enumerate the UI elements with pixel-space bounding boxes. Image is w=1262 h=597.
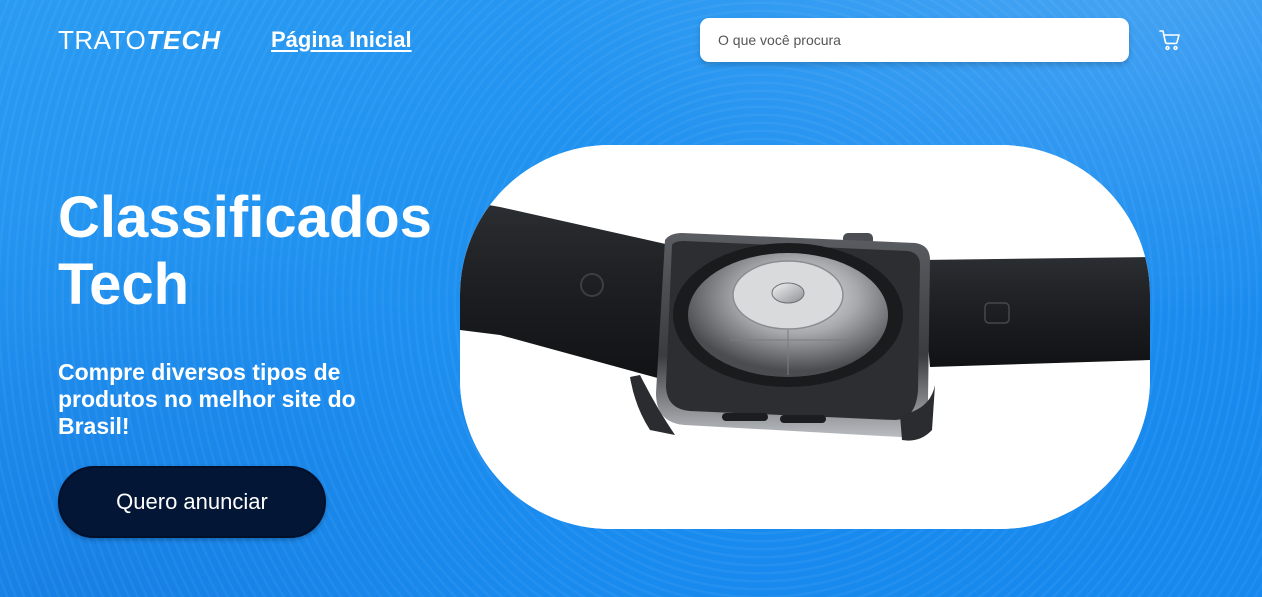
smartwatch-illustration	[460, 145, 1150, 529]
hero-product-image	[460, 145, 1150, 529]
hero-title: Classificados Tech	[58, 185, 432, 317]
logo-light-text: TRATO	[58, 25, 147, 55]
header: TRATOTECH Página Inicial	[0, 0, 1262, 80]
page: TRATOTECH Página Inicial Classificados T…	[0, 0, 1262, 597]
search-box	[700, 18, 1129, 62]
search-input[interactable]	[700, 18, 1129, 62]
hero-subtitle: Compre diversos tipos de produtos no mel…	[58, 359, 356, 439]
logo-bold-text: TECH	[146, 25, 221, 55]
nav-link-home[interactable]: Página Inicial	[271, 26, 412, 54]
logo[interactable]: TRATOTECH	[58, 24, 221, 56]
announce-button[interactable]: Quero anunciar	[58, 466, 326, 538]
shopping-cart-icon[interactable]	[1158, 28, 1182, 52]
